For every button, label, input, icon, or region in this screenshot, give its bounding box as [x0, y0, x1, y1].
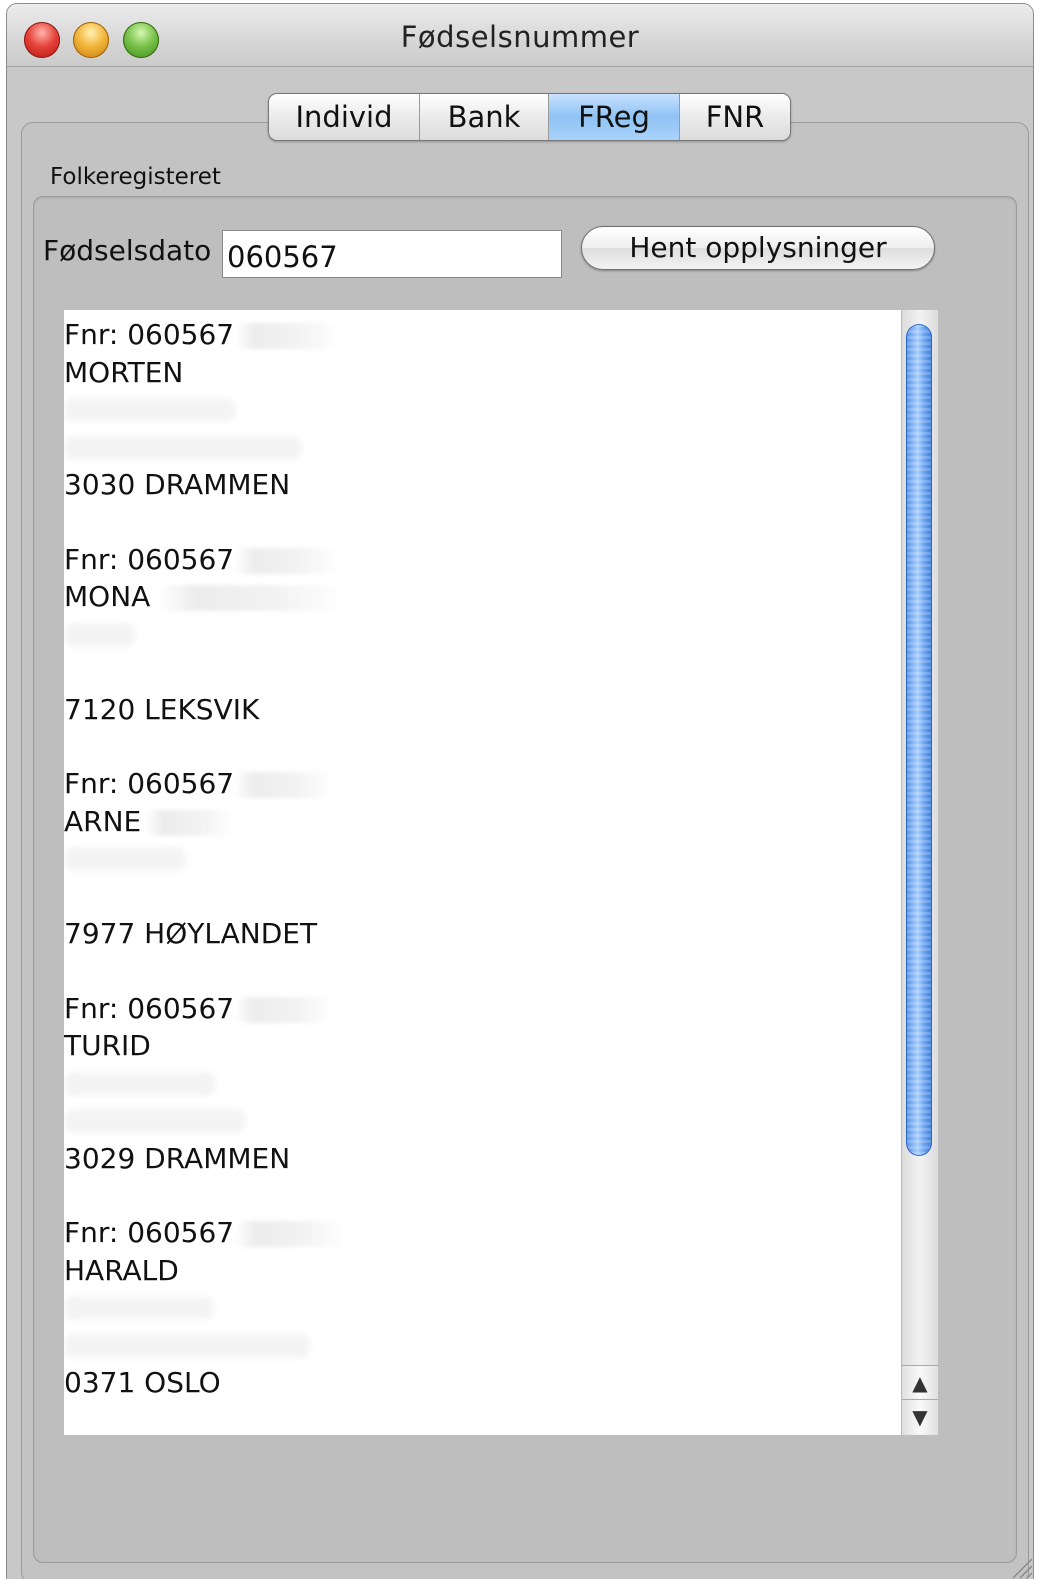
- name-line: ARNE: [64, 803, 901, 841]
- redacted-line: [64, 653, 901, 691]
- redacted-line: [64, 391, 901, 429]
- postal-line: 0371 OSLO: [64, 1366, 221, 1399]
- redacted-line: [64, 1327, 901, 1365]
- redacted-line: [64, 840, 901, 878]
- resize-grip-icon[interactable]: [1007, 1553, 1033, 1579]
- scroll-thumb[interactable]: [906, 324, 932, 1156]
- postal-line: 3029 DRAMMEN: [64, 1141, 291, 1175]
- title-bar[interactable]: Fødselsnummer: [7, 4, 1033, 67]
- tab-freg[interactable]: FReg: [549, 94, 680, 140]
- name-line: TURID: [64, 1029, 151, 1062]
- redacted-line: [64, 1102, 901, 1140]
- fnr-line: Fnr: 060567: [64, 990, 901, 1028]
- result-record: Fnr: 060567 TURID 3029 DRAMMEN: [64, 990, 901, 1178]
- redacted-digits: [234, 996, 335, 1023]
- redacted-digits: [234, 547, 340, 574]
- birthdate-label: Fødselsdato: [43, 234, 212, 267]
- fetch-info-button[interactable]: Hent opplysninger: [581, 226, 935, 270]
- tab-individ[interactable]: Individ: [269, 94, 420, 140]
- group-label: Folkeregisteret: [50, 164, 221, 190]
- redacted-surname: [145, 809, 236, 836]
- redacted-digits: [234, 1221, 347, 1247]
- redacted-line: [64, 429, 901, 467]
- fnr-line: Fnr: 060567: [64, 541, 901, 579]
- fnr-line: Fnr: 060567: [64, 765, 901, 803]
- postal-line: 3030 DRAMMEN: [64, 468, 291, 501]
- tab-bank[interactable]: Bank: [420, 94, 549, 140]
- fnr-text: Fnr: 060567: [64, 542, 235, 576]
- result-record: Fnr: 060567 MORTEN 3030 DRAMMEN: [64, 316, 901, 504]
- scroll-down-arrow-icon[interactable]: ▼: [902, 1399, 938, 1434]
- name-line: MORTEN: [64, 355, 184, 389]
- results-text-area[interactable]: Fnr: 060567 MORTEN 3030 DRAMMEN Fnr: 060…: [64, 310, 901, 1435]
- tab-bar: Individ Bank FReg FNR: [268, 93, 791, 141]
- fnr-text: Fnr: 060567: [64, 991, 235, 1025]
- redacted-digits: [234, 323, 340, 349]
- name-line: HARALD: [64, 1253, 179, 1287]
- scroll-up-arrow-icon[interactable]: ▲: [902, 1365, 938, 1400]
- fnr-line: Fnr: 060567: [64, 1214, 901, 1252]
- redacted-line: [64, 616, 901, 654]
- result-record: Fnr: 060567 MONA 7120 LEKSVIK: [64, 541, 901, 729]
- fnr-text: Fnr: 060567: [64, 767, 235, 800]
- fnr-text: Fnr: 060567: [64, 1216, 235, 1249]
- window-title: Fødselsnummer: [400, 20, 640, 54]
- birthdate-input[interactable]: [222, 230, 562, 278]
- postal-line: 7977 HØYLANDET: [64, 917, 318, 950]
- application-window: Fødselsnummer Individ Bank FReg FNR Folk…: [7, 4, 1033, 1579]
- redacted-digits: [234, 772, 335, 798]
- result-record: Fnr: 060567 HARALD 0371 OSLO: [64, 1214, 901, 1402]
- redacted-line: [64, 1289, 901, 1327]
- redacted-surname: [158, 585, 349, 611]
- name-line: MONA: [64, 578, 901, 616]
- vertical-scrollbar[interactable]: ▲ ▼: [901, 310, 938, 1435]
- fnr-line: Fnr: 060567: [64, 316, 901, 354]
- result-record: Fnr: 060567 ARNE 7977 HØYLANDET: [64, 765, 901, 953]
- redacted-line: [64, 1065, 901, 1103]
- fnr-text: Fnr: 060567: [64, 318, 235, 351]
- redacted-line: [64, 878, 901, 916]
- tab-fnr[interactable]: FNR: [680, 94, 790, 140]
- postal-line: 7120 LEKSVIK: [64, 692, 260, 726]
